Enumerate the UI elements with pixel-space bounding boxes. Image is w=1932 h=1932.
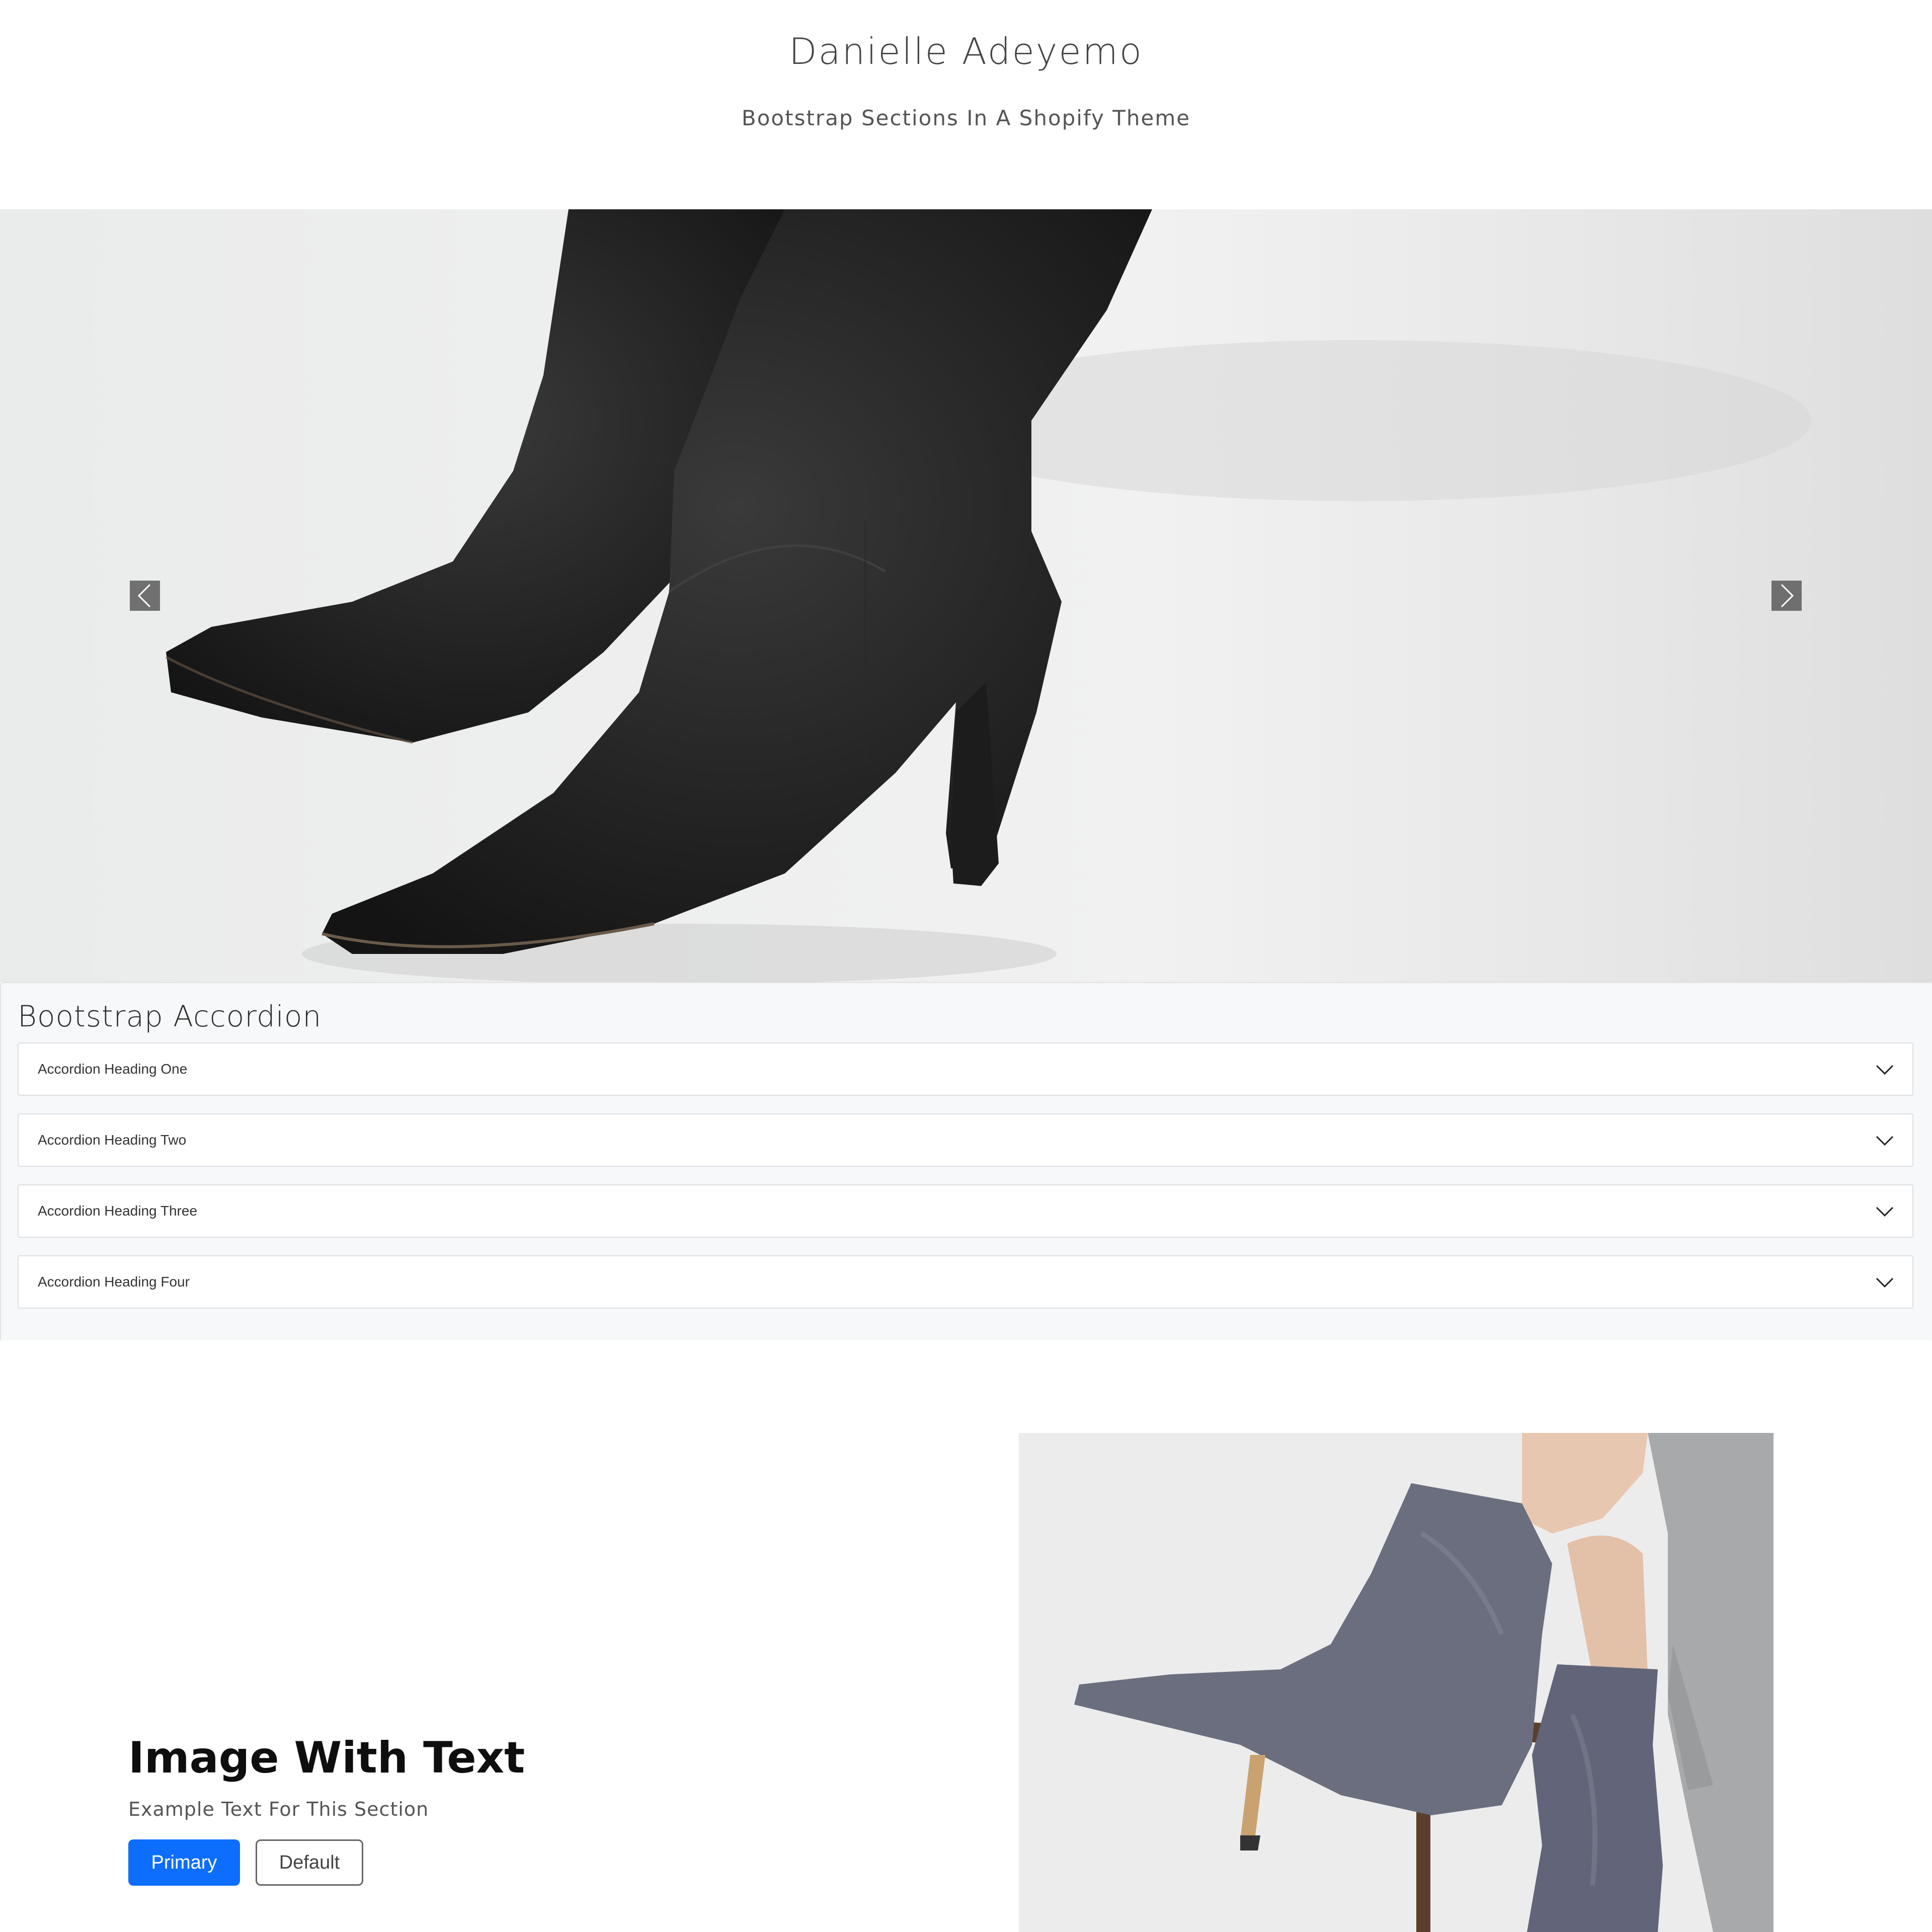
- image-with-text-section: Image With Text Example Text For This Se…: [0, 1340, 1932, 1932]
- chevron-down-icon: [1876, 1277, 1894, 1288]
- accordion-item-four[interactable]: Accordion Heading Four: [18, 1255, 1913, 1309]
- section-text: Example Text For This Section: [128, 1798, 429, 1820]
- site-subtitle: Bootstrap Sections In A Shopify Theme: [741, 106, 1191, 130]
- carousel-slide-image: [0, 209, 1932, 982]
- accordion-item-label: Accordion Heading One: [38, 1061, 188, 1077]
- chevron-right-icon: [1781, 584, 1794, 608]
- chevron-left-icon: [137, 584, 151, 608]
- accordion-item-three[interactable]: Accordion Heading Three: [18, 1184, 1913, 1238]
- site-title[interactable]: Danielle Adeyemo: [0, 26, 1932, 76]
- accordion-item-label: Accordion Heading Three: [38, 1203, 198, 1219]
- accordion-item-one[interactable]: Accordion Heading One: [18, 1042, 1913, 1096]
- primary-button[interactable]: Primary: [128, 1839, 240, 1886]
- site-header: Danielle Adeyemo Bootstrap Sections In A…: [0, 0, 1932, 209]
- default-button[interactable]: Default: [256, 1839, 363, 1886]
- carousel-prev-button[interactable]: [130, 581, 160, 611]
- accordion-title: Bootstrap Accordion: [18, 999, 322, 1033]
- carousel-next-button[interactable]: [1772, 581, 1802, 611]
- accordion-item-two[interactable]: Accordion Heading Two: [18, 1113, 1913, 1167]
- accordion-section: Bootstrap Accordion Accordion Heading On…: [0, 982, 1932, 1342]
- grey-boots-image: [1019, 1433, 1774, 1932]
- chevron-down-icon: [1876, 1136, 1894, 1146]
- chevron-down-icon: [1876, 1065, 1894, 1075]
- accordion-item-label: Accordion Heading Four: [38, 1274, 190, 1290]
- chevron-down-icon: [1876, 1206, 1894, 1217]
- section-image: [1019, 1433, 1774, 1932]
- accordion-item-label: Accordion Heading Two: [38, 1132, 187, 1148]
- section-heading: Image With Text: [128, 1733, 525, 1783]
- hero-carousel: [0, 209, 1932, 982]
